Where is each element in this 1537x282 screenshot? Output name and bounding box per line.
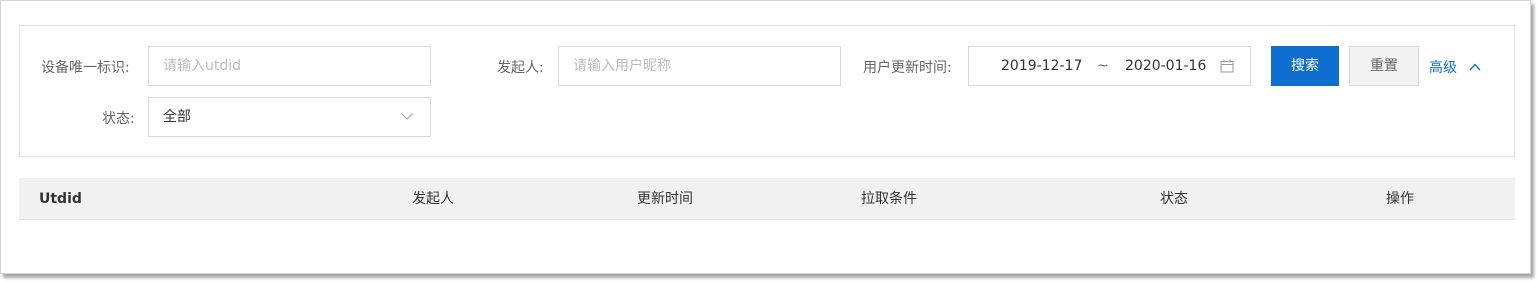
column-header-initiator: 发起人: [412, 191, 454, 207]
utdid-input[interactable]: 请输入utdid: [148, 46, 431, 86]
search-button[interactable]: 搜索: [1271, 46, 1339, 86]
date-separator: ~: [1097, 58, 1109, 74]
status-select[interactable]: 全部: [148, 97, 431, 137]
page-frame: 设备唯一标识: 请输入utdid 发起人: 请输入用户昵称 用户更新时间: 20…: [0, 0, 1531, 274]
advanced-label: 高级: [1429, 60, 1457, 76]
initiator-input[interactable]: 请输入用户昵称: [558, 46, 841, 86]
status-label: 状态:: [102, 111, 135, 127]
column-header-utdid: Utdid: [39, 191, 82, 207]
reset-button[interactable]: 重置: [1349, 46, 1419, 86]
date-start[interactable]: 2019-12-17: [1001, 47, 1082, 85]
column-header-pull-condition: 拉取条件: [861, 191, 917, 207]
filter-panel: [19, 25, 1515, 157]
table-header: Utdid 发起人 更新时间 拉取条件 状态 操作: [19, 178, 1515, 220]
date-range-picker[interactable]: 2019-12-17 ~ 2020-01-16: [968, 46, 1251, 86]
update-time-label: 用户更新时间:: [863, 60, 952, 76]
date-end[interactable]: 2020-01-16: [1125, 47, 1206, 85]
chevron-up-icon: [1469, 62, 1481, 70]
column-header-status: 状态: [1160, 191, 1188, 207]
initiator-label: 发起人:: [497, 60, 544, 76]
status-value: 全部: [163, 109, 191, 125]
calendar-icon[interactable]: [1220, 59, 1234, 73]
utdid-label: 设备唯一标识:: [41, 60, 130, 76]
chevron-down-icon: [401, 113, 413, 120]
column-header-update-time: 更新时间: [637, 191, 693, 207]
column-header-actions: 操作: [1386, 191, 1414, 207]
advanced-toggle[interactable]: 高级: [1429, 57, 1481, 77]
